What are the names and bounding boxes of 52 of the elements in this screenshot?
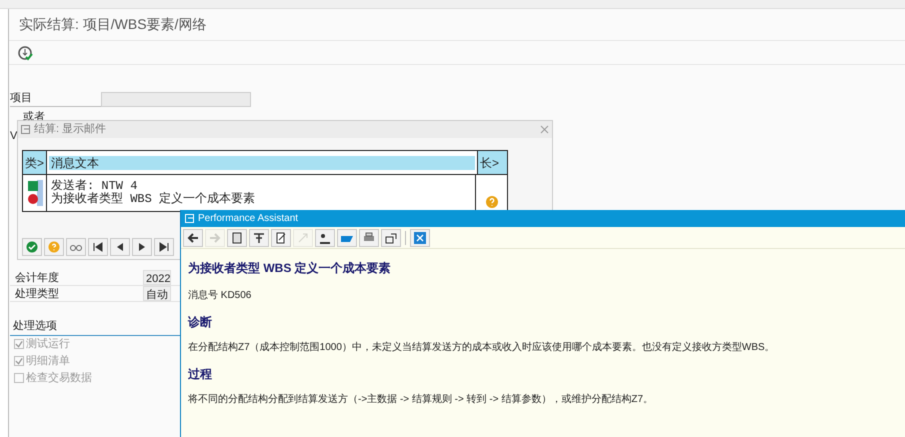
window-icon	[21, 125, 31, 134]
export-button[interactable]	[381, 228, 401, 246]
export-icon	[384, 232, 398, 244]
field-label: 会计年度	[14, 270, 60, 285]
status-icon	[26, 180, 42, 206]
print-icon	[362, 232, 376, 244]
value-field[interactable]: 2022	[143, 270, 171, 285]
previous-button[interactable]	[110, 238, 130, 256]
column-header[interactable]: 类>	[23, 151, 47, 174]
document-button[interactable]	[227, 228, 247, 246]
first-page-button[interactable]	[88, 238, 108, 256]
dialog-title: 结算: 显示邮件	[34, 122, 106, 138]
section-heading: 过程	[188, 366, 213, 383]
checkbox-label: 明细清单	[26, 354, 70, 369]
binoculars-button[interactable]	[66, 238, 86, 256]
user-icon	[318, 232, 332, 244]
back-button[interactable]	[183, 228, 203, 246]
forward-icon	[208, 232, 222, 244]
edit-icon	[274, 232, 288, 244]
last-page-button[interactable]	[154, 238, 174, 256]
message-heading: 为接收者类型 WBS 定义一个成本要素	[188, 260, 392, 277]
section-text: 在分配结构Z7（成本控制范围1000）中，未定义当结算发送方的成本或收入时应该使用哪个成本要素。也没有定义接收方类型WBS。	[188, 340, 776, 355]
section-heading: 诊断	[188, 314, 213, 331]
checkbox-label: 测试运行	[26, 336, 70, 352]
column-header[interactable]: 长>	[477, 151, 507, 174]
close-button[interactable]	[410, 228, 430, 246]
close-icon	[413, 232, 427, 244]
window-icon	[185, 214, 195, 223]
document-icon	[230, 232, 244, 244]
next-button[interactable]	[132, 238, 152, 256]
checkbox-label: 检查交易数据	[26, 370, 92, 386]
column-header[interactable]: 消息文本	[49, 156, 475, 170]
project-field[interactable]	[101, 92, 251, 107]
message-text: 发送者: NTW 4	[51, 180, 138, 193]
message-number: 消息号 KD506	[188, 288, 252, 303]
user-button[interactable]	[315, 228, 335, 246]
confirm-button[interactable]	[22, 238, 42, 256]
window-title: 实际结算: 项目/WBS要素/网络	[9, 9, 905, 41]
print-button[interactable]	[359, 228, 379, 246]
field-label: 处理类型	[14, 287, 60, 301]
section-text: 将不同的分配结构分配到结算发送方（->主数据 -> 结算规则 -> 转到 -> 结算参数），或维护分配结构Z7。	[188, 392, 654, 407]
help-icon	[47, 241, 61, 253]
last-page-icon	[157, 241, 171, 253]
value-field[interactable]: 自动	[143, 286, 171, 301]
field-label: V	[10, 128, 18, 144]
back-icon	[186, 232, 200, 244]
execute-icon[interactable]	[17, 44, 33, 60]
assistant-title: Performance Assistant	[198, 212, 298, 226]
edit-button[interactable]	[271, 228, 291, 246]
confirm-icon	[25, 241, 39, 253]
message-text: 为接收者类型 WBS 定义一个成本要素	[51, 193, 256, 206]
first-page-icon	[91, 241, 105, 253]
